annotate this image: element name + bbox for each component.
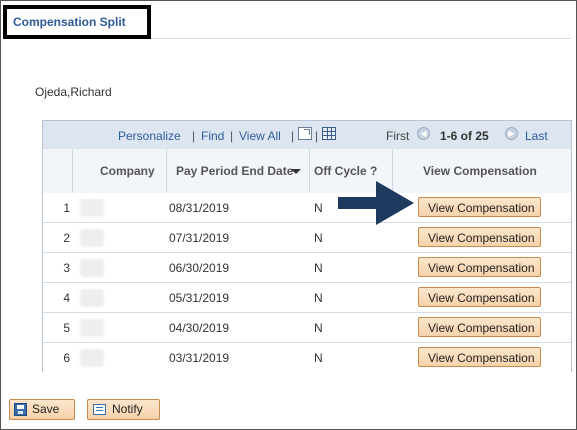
- notify-icon: [93, 404, 106, 415]
- last-link[interactable]: Last: [525, 129, 548, 143]
- separator: |: [315, 129, 319, 143]
- row-number: 6: [63, 351, 70, 365]
- off-cycle-cell: N: [314, 231, 323, 245]
- notify-label: Notify: [112, 402, 143, 416]
- save-icon: [14, 403, 27, 416]
- view-compensation-button[interactable]: View Compensation: [418, 287, 541, 307]
- row-number: 2: [63, 231, 70, 245]
- row-number: 4: [63, 291, 70, 305]
- pay-period-end-date-cell: 04/30/2019: [169, 321, 230, 335]
- row-range: 1-6 of 25: [440, 129, 489, 143]
- off-cycle-cell: N: [314, 201, 323, 215]
- separator: |: [192, 129, 196, 143]
- notify-button[interactable]: Notify: [87, 399, 160, 420]
- table-row: 1 08/31/2019 N View Compensation: [43, 193, 571, 223]
- company-value-redacted: [80, 349, 104, 367]
- separator: |: [230, 129, 234, 143]
- view-compensation-button[interactable]: View Compensation: [418, 347, 541, 367]
- table-row: 2 07/31/2019 N View Compensation: [43, 223, 571, 253]
- view-compensation-column-header: View Compensation: [423, 164, 537, 178]
- grid-header: Company Pay Period End Date Off Cycle ? …: [43, 149, 571, 194]
- save-button[interactable]: Save: [9, 399, 75, 420]
- table-row: 6 03/31/2019 N View Compensation: [43, 343, 571, 373]
- row-number: 3: [63, 261, 70, 275]
- pay-period-end-date-cell: 06/30/2019: [169, 261, 230, 275]
- pay-period-end-date-cell: 07/31/2019: [169, 231, 230, 245]
- view-compensation-button[interactable]: View Compensation: [418, 227, 541, 247]
- row-number: 1: [63, 201, 70, 215]
- page-title: Compensation Split: [13, 15, 126, 29]
- first-label: First: [386, 129, 410, 143]
- off-cycle-cell: N: [314, 321, 323, 335]
- view-compensation-button[interactable]: View Compensation: [418, 257, 541, 277]
- table-row: 4 05/31/2019 N View Compensation: [43, 283, 571, 313]
- row-number: 5: [63, 321, 70, 335]
- page-title-box: Compensation Split: [3, 5, 151, 39]
- separator: |: [291, 129, 295, 143]
- employee-name: Ojeda,Richard: [35, 85, 112, 99]
- compensation-grid: Personalize | Find | View All | | First …: [42, 120, 572, 373]
- pay-period-end-date-cell: 08/31/2019: [169, 201, 230, 215]
- grid-navigation-bar: Personalize | Find | View All | | First …: [43, 121, 571, 150]
- company-column-header[interactable]: Company: [100, 164, 155, 178]
- chevron-right-circle-icon[interactable]: ▶: [505, 127, 518, 140]
- view-all-link[interactable]: View All: [239, 129, 281, 143]
- off-cycle-cell: N: [314, 291, 323, 305]
- view-compensation-button[interactable]: View Compensation: [418, 197, 541, 217]
- company-value-redacted: [80, 199, 104, 217]
- pay-period-end-date-column-header[interactable]: Pay Period End Date: [176, 164, 293, 178]
- pay-period-end-date-cell: 05/31/2019: [169, 291, 230, 305]
- view-compensation-button[interactable]: View Compensation: [418, 317, 541, 337]
- title-divider: [151, 38, 571, 39]
- arrow-right-icon: [338, 181, 414, 225]
- new-window-icon[interactable]: [298, 127, 312, 140]
- off-cycle-column-header[interactable]: Off Cycle ?: [314, 164, 377, 178]
- save-label: Save: [32, 402, 60, 416]
- table-row: 5 04/30/2019 N View Compensation: [43, 313, 571, 343]
- company-value-redacted: [80, 259, 104, 277]
- find-link[interactable]: Find: [201, 129, 224, 143]
- off-cycle-cell: N: [314, 261, 323, 275]
- sort-descending-icon: [291, 169, 301, 174]
- company-value-redacted: [80, 289, 104, 307]
- spreadsheet-icon[interactable]: [322, 127, 336, 140]
- off-cycle-cell: N: [314, 351, 323, 365]
- pay-period-end-date-cell: 03/31/2019: [169, 351, 230, 365]
- company-value-redacted: [80, 319, 104, 337]
- chevron-left-circle-icon[interactable]: ◀: [417, 127, 430, 140]
- personalize-link[interactable]: Personalize: [118, 129, 181, 143]
- company-value-redacted: [80, 229, 104, 247]
- table-row: 3 06/30/2019 N View Compensation: [43, 253, 571, 283]
